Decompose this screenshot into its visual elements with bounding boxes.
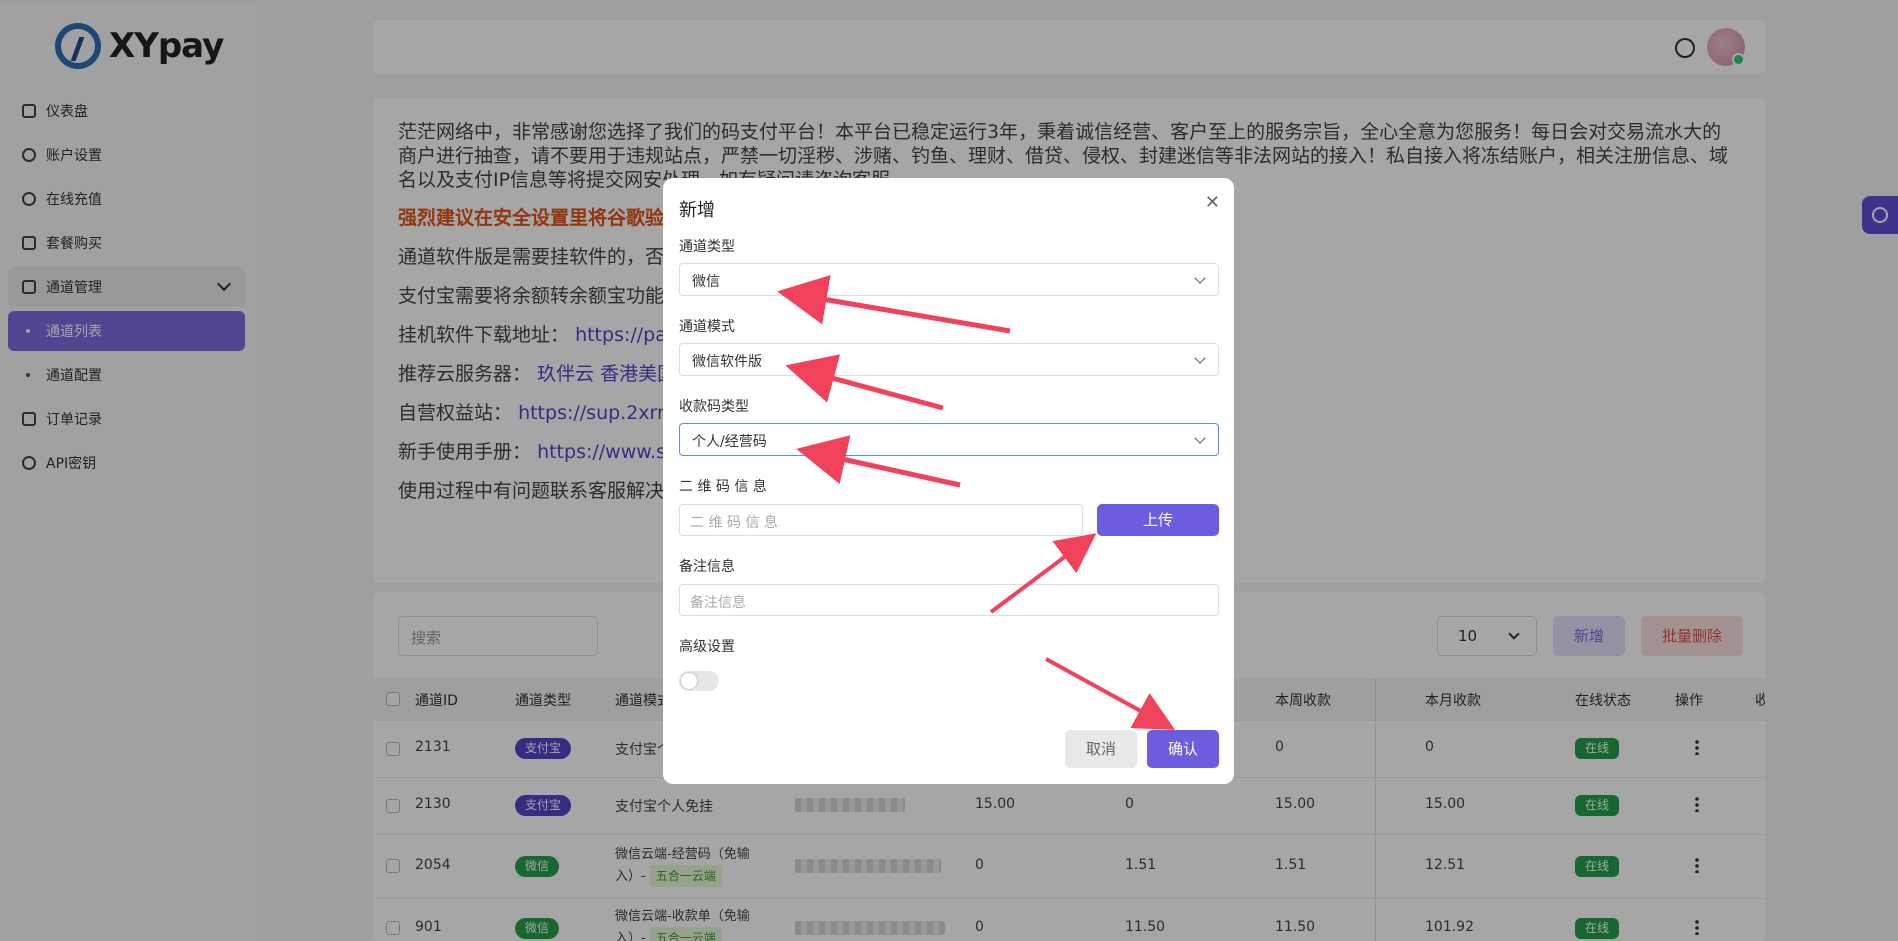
- qr-type-label: 收款码类型: [679, 399, 749, 415]
- chevron-down-icon: [1194, 352, 1206, 364]
- channel-type-select[interactable]: 微信: [679, 263, 1219, 296]
- advanced-settings-toggle[interactable]: [679, 671, 719, 691]
- qr-type-value: 个人/经营码: [692, 434, 767, 450]
- channel-type-value: 微信: [692, 274, 720, 290]
- qr-info-input[interactable]: 二 维 码 信 息: [679, 504, 1083, 536]
- cancel-button[interactable]: 取消: [1065, 730, 1137, 768]
- chevron-down-icon: [1194, 432, 1206, 444]
- remark-label: 备注信息: [679, 559, 735, 575]
- dialog-title: 新增: [679, 200, 715, 221]
- remark-input[interactable]: 备注信息: [679, 584, 1219, 616]
- chevron-down-icon: [1194, 272, 1206, 284]
- close-icon[interactable]: ✕: [1205, 192, 1220, 213]
- qr-type-select[interactable]: 个人/经营码: [679, 423, 1219, 456]
- channel-mode-value: 微信软件版: [692, 354, 762, 370]
- channel-mode-label: 通道模式: [679, 319, 735, 335]
- advanced-settings-label: 高级设置: [679, 639, 735, 655]
- upload-button[interactable]: 上传: [1097, 504, 1219, 536]
- channel-mode-select[interactable]: 微信软件版: [679, 343, 1219, 376]
- channel-type-label: 通道类型: [679, 239, 735, 255]
- qr-info-label: 二 维 码 信 息: [679, 479, 767, 495]
- add-channel-dialog: 新增 ✕ 通道类型 微信 通道模式 微信软件版 收款码类型 个人/经营码 二 维…: [663, 178, 1234, 784]
- confirm-button[interactable]: 确认: [1147, 730, 1219, 768]
